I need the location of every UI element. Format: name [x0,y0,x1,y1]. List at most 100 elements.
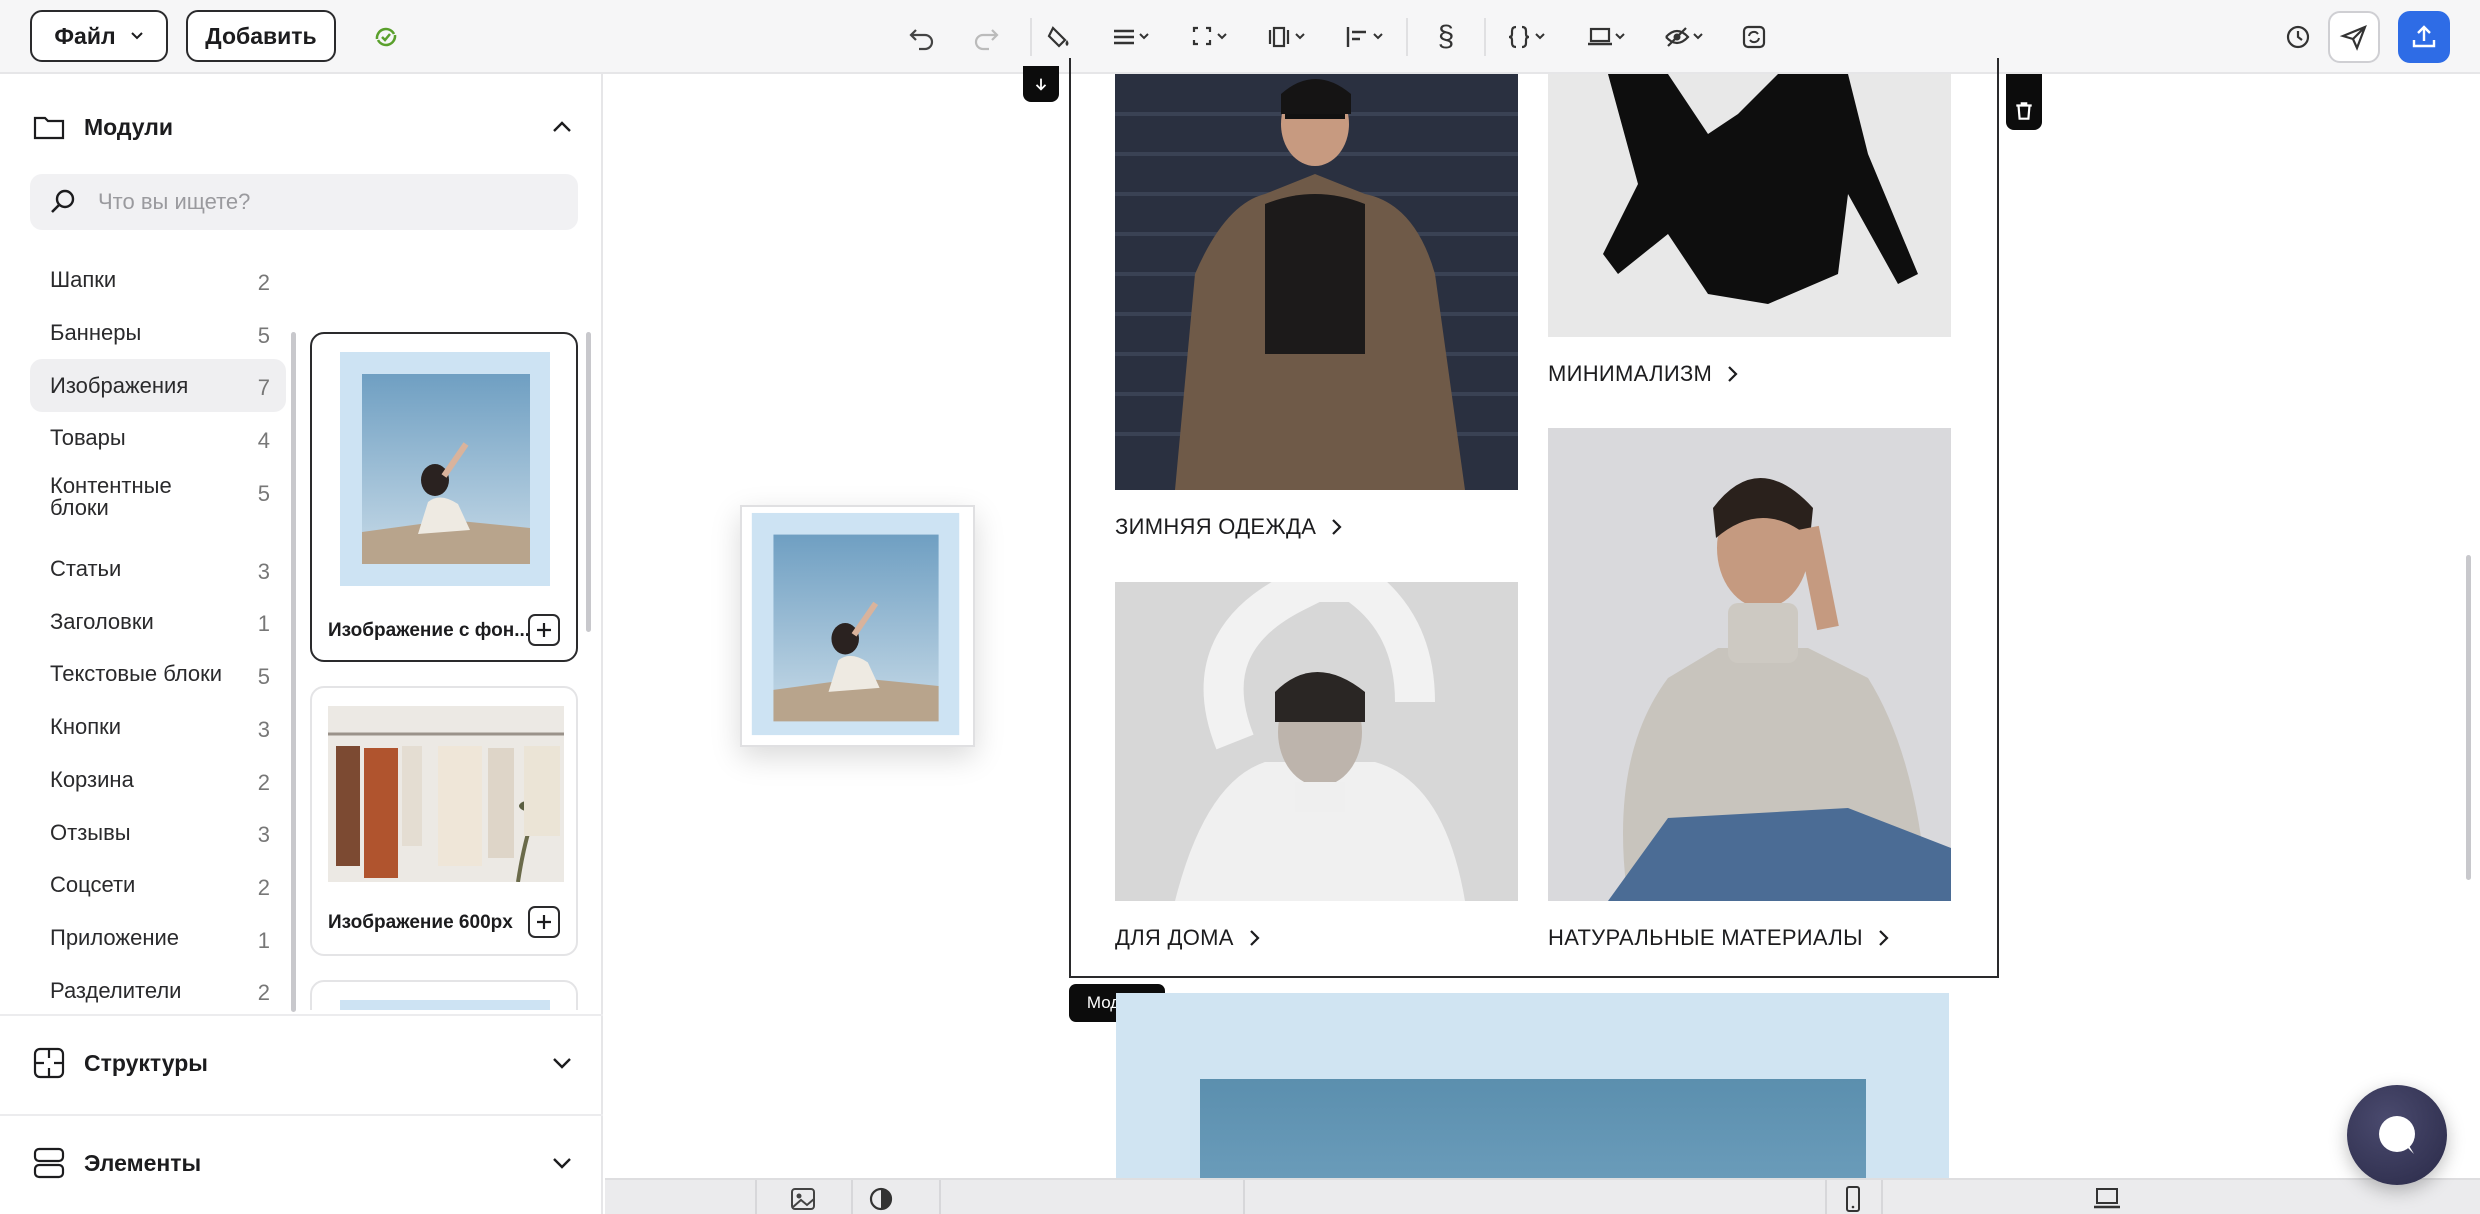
visibility-menu-icon[interactable] [1658,17,1714,57]
for-home-link[interactable]: ДЛЯ ДОМА [1115,925,1262,951]
banner-module[interactable] [1116,993,1949,1178]
minimalism-link[interactable]: МИНИМАЛИЗМ [1548,361,1740,387]
category-label: Отзывы [50,819,131,845]
module-side-tools [2006,74,2042,130]
module-card[interactable] [310,980,578,1010]
cards-scrollbar[interactable] [586,332,591,632]
support-chat-button[interactable] [2347,1085,2447,1185]
banner-inner-image [1200,1079,1866,1178]
category-item[interactable]: Шапки 2 [30,254,286,307]
black-outfit-model-image [1548,74,1951,337]
minimalism-photo [1548,74,1951,337]
columns-menu-icon[interactable] [1260,17,1316,57]
bar-divider [1881,1180,1883,1214]
mobile-preview-icon[interactable] [1839,1185,1867,1213]
editor-app: Файл Добавить § Модули Что вы ищете? Шап… [0,0,2480,1214]
category-count: 2 [257,769,270,795]
publish-button[interactable] [2398,11,2450,63]
category-item[interactable]: Соцсети 2 [30,859,286,912]
card-thumbnail [340,352,550,586]
align-menu-icon[interactable] [1338,17,1394,57]
add-module-button[interactable] [528,906,560,938]
file-menu-label: Файл [54,22,116,49]
category-item[interactable]: Отзывы 3 [30,806,286,859]
category-count: 3 [257,716,270,742]
link-text: МИНИМАЛИЗМ [1548,361,1713,386]
add-button[interactable]: Добавить [186,10,336,62]
move-down-button[interactable] [1023,66,1059,102]
paint-bucket-icon[interactable] [1040,17,1080,57]
left-sidebar: Модули Шапки 2 Баннеры 5 Изображения 7 Това… [0,74,603,1214]
category-label: Кнопки [50,714,122,740]
redo-icon[interactable] [966,17,1006,57]
device-preview-menu-icon[interactable] [1580,17,1636,57]
category-item[interactable]: Статьи 3 [30,543,286,596]
plus-icon [537,623,551,637]
section-symbol-icon[interactable]: § [1426,17,1466,57]
category-item[interactable]: Разделители 2 [30,964,286,1006]
file-menu-button[interactable]: Файл [30,10,168,62]
elements-section-header[interactable]: Элементы [0,1118,603,1208]
toolbar-divider [1406,18,1408,56]
category-item-active[interactable]: Изображения 7 [30,359,286,413]
refresh-icon[interactable] [1734,17,1774,57]
desktop-preview-icon[interactable] [2093,1185,2121,1213]
category-item[interactable]: Баннеры 5 [30,307,286,360]
category-count: 1 [257,611,270,637]
trash-icon[interactable] [2013,100,2035,122]
canvas-scrollbar[interactable] [2466,555,2471,880]
bar-divider [851,1180,853,1214]
category-count: 2 [257,874,270,900]
toolbar-divider [1484,18,1486,56]
natural-materials-link[interactable]: НАТУРАЛЬНЫЕ МАТЕРИАЛЫ [1548,925,1891,951]
padding-menu-icon[interactable] [1182,17,1238,57]
category-count: 5 [257,664,270,690]
chevron-up-icon [553,121,571,132]
category-label: Товары [50,425,126,451]
sync-icon[interactable] [366,17,406,57]
winter-clothing-photo [1115,74,1518,490]
structures-section-header[interactable]: Структуры [0,1018,603,1108]
card-thumbnail [328,706,564,882]
send-test-button[interactable] [2328,11,2380,63]
category-label: Соцсети [50,872,136,898]
category-item[interactable]: Приложение 1 [30,912,286,965]
category-count: 4 [257,428,270,454]
paper-plane-icon [2339,25,2367,51]
category-label: Шапки [50,267,117,293]
module-card-selected[interactable]: Изображение с фон... [310,332,578,662]
category-item[interactable]: Кнопки 3 [30,701,286,754]
modules-section-header[interactable]: Модули [0,82,603,172]
white-sweater-model-image [1115,582,1518,901]
chat-bubble-icon [2379,1116,2415,1154]
category-item[interactable]: Корзина 2 [30,754,286,807]
category-item[interactable]: Заголовки 1 [30,595,286,648]
chevron-down-icon [553,1058,571,1069]
history-icon[interactable] [2278,17,2318,57]
category-item[interactable]: Контентные блоки 5 [30,465,286,543]
dragged-module-preview [740,505,975,747]
clothing-rack-image [340,1000,550,1010]
category-count: 1 [257,927,270,953]
module-card[interactable]: Изображение 600px [310,686,578,956]
link-text: ЗИМНЯЯ ОДЕЖДА [1115,514,1317,539]
plus-icon [537,915,551,929]
category-count: 3 [257,822,270,848]
code-braces-menu-icon[interactable] [1500,17,1556,57]
natural-materials-photo [1548,428,1951,901]
bar-divider [939,1180,941,1214]
structures-title: Структуры [84,1049,208,1076]
clothing-rack-image [328,706,564,882]
line-height-menu-icon[interactable] [1104,17,1160,57]
winter-clothing-link[interactable]: ЗИМНЯЯ ОДЕЖДА [1115,514,1344,540]
category-scrollbar[interactable] [291,332,296,1012]
contrast-icon[interactable] [867,1185,895,1213]
add-module-button[interactable] [528,614,560,646]
stack-icon [33,1147,65,1179]
add-button-label: Добавить [205,22,317,49]
category-item[interactable]: Товары 4 [30,412,286,465]
category-item[interactable]: Текстовые блоки 5 [30,648,286,701]
image-icon[interactable] [789,1185,817,1213]
search-input[interactable] [98,189,538,215]
undo-icon[interactable] [902,17,942,57]
